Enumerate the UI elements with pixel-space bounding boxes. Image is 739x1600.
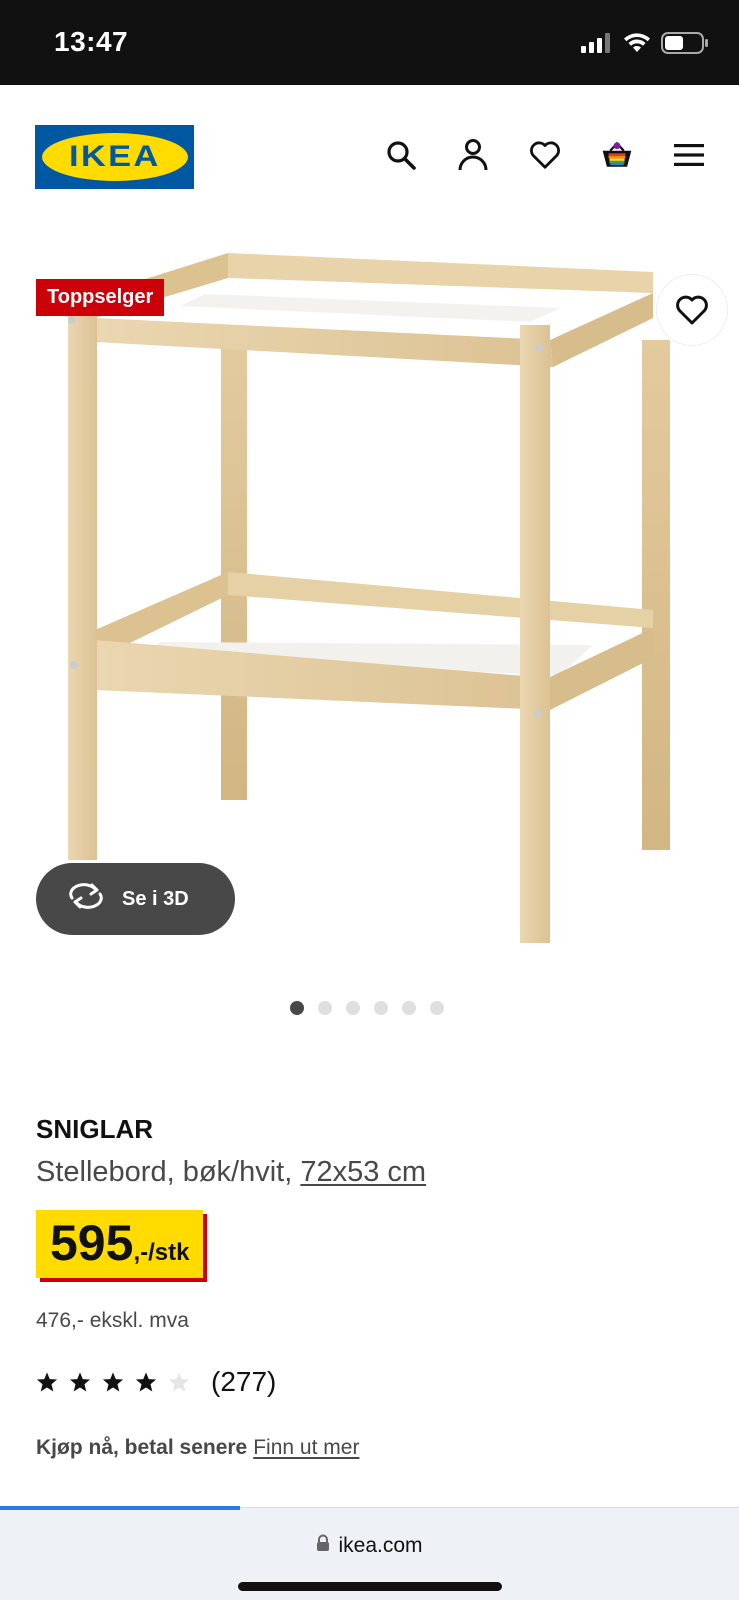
- page-load-progress: [0, 1506, 240, 1510]
- view-in-3d-button[interactable]: Se i 3D: [36, 863, 235, 935]
- header-nav: [385, 137, 705, 173]
- status-time: 13:47: [54, 26, 129, 57]
- bnpl-text: Kjøp nå, betal senere: [36, 1436, 248, 1459]
- account-icon[interactable]: [457, 137, 489, 173]
- carousel-dot[interactable]: [346, 1001, 360, 1015]
- product-type: Stellebord, bøk/hvit,: [36, 1156, 301, 1188]
- rating-count: (277): [211, 1366, 277, 1397]
- battery-icon: [661, 32, 709, 59]
- favorites-icon[interactable]: [529, 137, 561, 173]
- home-indicator[interactable]: [238, 1582, 502, 1591]
- changing-table-image: [68, 253, 670, 943]
- carousel-dot[interactable]: [290, 1001, 304, 1015]
- product-dimensions-link[interactable]: 72x53 cm: [300, 1156, 426, 1188]
- ikea-logo[interactable]: IKEA: [35, 125, 194, 189]
- star-empty-icon: [168, 1372, 190, 1392]
- address-bar[interactable]: ikea.com: [0, 1534, 739, 1558]
- top-seller-badge: Toppselger: [36, 279, 165, 316]
- price-excluding-vat: 476,- ekskl. mva: [36, 1309, 189, 1332]
- status-icons: [581, 32, 709, 59]
- wifi-icon: [623, 33, 651, 58]
- carousel-dot[interactable]: [374, 1001, 388, 1015]
- product-image-gallery[interactable]: Toppselger Se i 3D: [0, 230, 739, 970]
- product-description: Stellebord, bøk/hvit, 72x53 cm: [36, 1156, 426, 1189]
- heart-icon: [676, 295, 708, 325]
- rotate-3d-icon: [66, 882, 106, 916]
- add-to-favorites-button[interactable]: [657, 275, 727, 345]
- site-header: IKEA: [0, 85, 739, 230]
- price-value: 595: [50, 1215, 134, 1271]
- cart-icon[interactable]: [601, 137, 633, 173]
- price-unit: ,-/stk: [133, 1239, 190, 1266]
- menu-icon[interactable]: [673, 137, 705, 173]
- star-filled-icon: [135, 1372, 157, 1392]
- search-icon[interactable]: [385, 137, 417, 173]
- signal-icon: [581, 33, 613, 58]
- star-filled-icon: [102, 1372, 124, 1392]
- status-bar: 13:47: [0, 0, 739, 85]
- bnpl-learn-more-link[interactable]: Finn ut mer: [253, 1436, 359, 1459]
- browser-bar: ikea.com: [0, 1506, 739, 1600]
- url-text: ikea.com: [338, 1534, 423, 1557]
- carousel-dot[interactable]: [402, 1001, 416, 1015]
- product-name: SNIGLAR: [36, 1114, 153, 1144]
- view-in-3d-label: Se i 3D: [122, 887, 189, 910]
- carousel-dot[interactable]: [430, 1001, 444, 1015]
- carousel-dots: [290, 1001, 444, 1015]
- carousel-dot[interactable]: [318, 1001, 332, 1015]
- lock-icon: [316, 1534, 330, 1558]
- logo-oval: IKEA: [41, 133, 188, 181]
- logo-text: IKEA: [68, 140, 161, 173]
- star-filled-icon: [69, 1372, 91, 1392]
- rating[interactable]: (277): [36, 1366, 276, 1398]
- price-box: 595 ,-/stk: [36, 1210, 204, 1278]
- buy-now-pay-later: Kjøp nå, betal senere Finn ut mer: [36, 1436, 359, 1460]
- star-filled-icon: [36, 1372, 58, 1392]
